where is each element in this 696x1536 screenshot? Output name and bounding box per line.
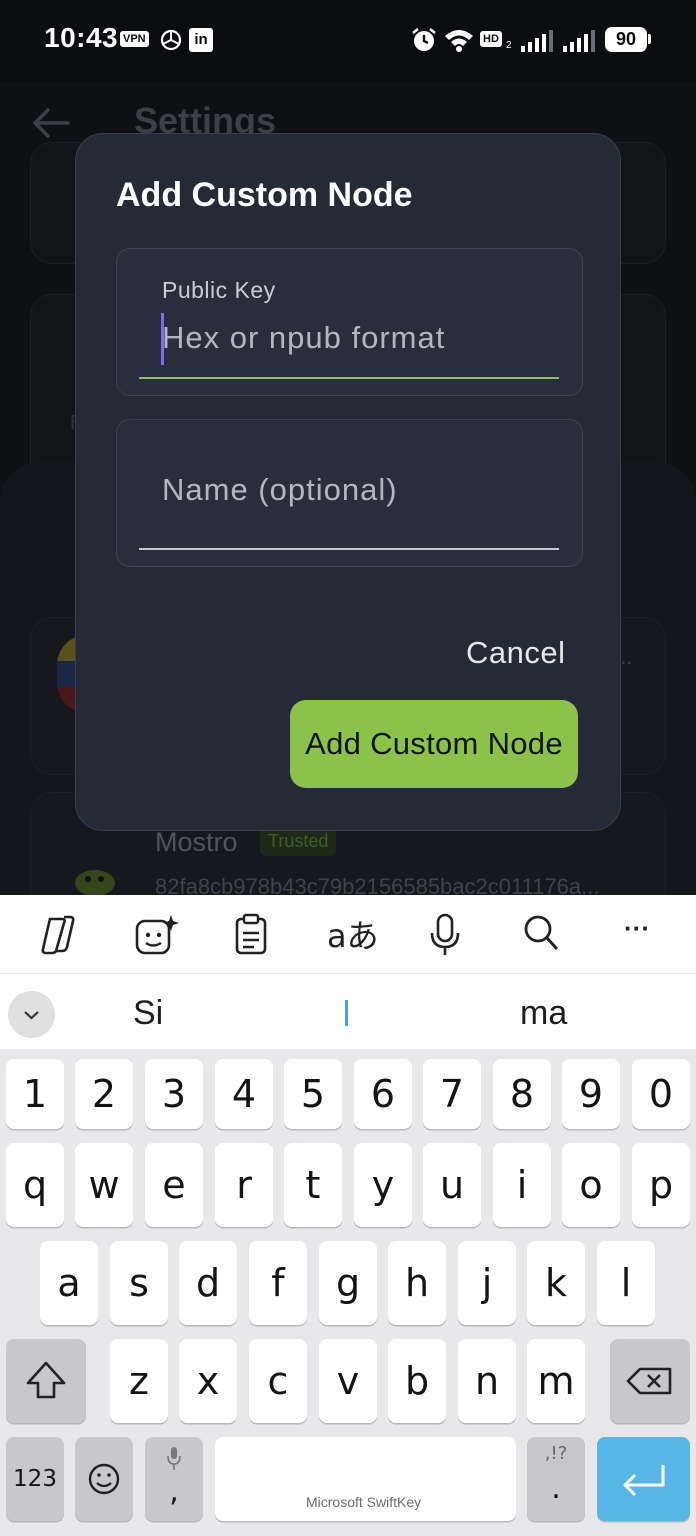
back-arrow-icon [33,108,70,138]
signal-sim1-icon [521,30,553,52]
battery-tip [648,34,651,44]
key-5[interactable]: 5 [284,1059,342,1129]
key-p[interactable]: p [632,1143,690,1227]
keyboard-brand: Microsoft SwiftKey [306,1494,422,1510]
enter-icon [623,1465,665,1497]
microphone-icon[interactable] [428,913,462,957]
public-key-focus-underline [139,377,559,379]
key-x[interactable]: x [179,1339,237,1423]
key-b[interactable]: b [388,1339,446,1423]
key-z[interactable]: z [110,1339,168,1423]
punctuation-label: ,!? [544,1443,568,1464]
key-1[interactable]: 1 [6,1059,64,1129]
microphone-small-icon [167,1447,181,1470]
linkedin-icon: in [189,28,213,52]
public-key-field[interactable]: Public Key Hex or npub format [116,248,583,396]
key-o[interactable]: o [562,1143,620,1227]
node-pubkey: 82fa8cb978b43c79b2156585bac2c011176a... [155,874,600,895]
shift-key[interactable] [6,1339,86,1423]
public-key-placeholder: Hex or npub format [162,320,446,355]
key-k[interactable]: k [527,1241,585,1325]
signal-sim2-icon [563,30,595,52]
search-icon[interactable] [522,913,560,955]
suggestion-left[interactable]: Si [133,994,163,1033]
name-underline [139,548,559,550]
openai-icon [160,29,182,51]
collapse-toolbar-button[interactable] [8,991,55,1038]
key-l[interactable]: l [597,1241,655,1325]
status-bar: 10:43 VPN in HD 2 90 [0,0,696,82]
hd-voice-icon: HD [480,31,502,47]
key-f[interactable]: f [249,1241,307,1325]
public-key-label: Public Key [162,277,276,303]
key-3[interactable]: 3 [145,1059,203,1129]
key-8[interactable]: 8 [493,1059,551,1129]
sticker-icon[interactable] [133,913,181,957]
translate-icon[interactable]: aあ [327,911,379,957]
mostro-avatar-icon [75,870,115,895]
key-9[interactable]: 9 [562,1059,620,1129]
status-time: 10:43 [44,22,119,53]
shift-icon [26,1361,66,1399]
key-v[interactable]: v [319,1339,377,1423]
numbers-key[interactable]: 123 [6,1437,64,1521]
key-7[interactable]: 7 [423,1059,481,1129]
key-0[interactable]: 0 [632,1059,690,1129]
more-icon[interactable]: ··· [624,913,650,944]
keyboard-toolbar: aあ ··· [0,895,696,973]
key-q[interactable]: q [6,1143,64,1227]
punctuation-key[interactable]: ,!? . [527,1437,585,1521]
battery-indicator: 90 [605,27,647,52]
key-c[interactable]: c [249,1339,307,1423]
key-m[interactable]: m [527,1339,585,1423]
node-name: Mostro [155,827,238,857]
key-u[interactable]: u [423,1143,481,1227]
key-d[interactable]: d [179,1241,237,1325]
key-2[interactable]: 2 [75,1059,133,1129]
key-4[interactable]: 4 [215,1059,273,1129]
comma-label: , [169,1474,179,1509]
keyboard: 1 2 3 4 5 6 7 8 9 0 q w e r t y u i o p … [0,1049,696,1536]
add-custom-node-dialog: Add Custom Node Public Key Hex or npub f… [75,133,621,831]
key-a[interactable]: a [40,1241,98,1325]
clipboard-icon[interactable] [232,913,270,957]
add-custom-node-button[interactable]: Add Custom Node [290,700,578,788]
period-label: . [551,1471,561,1506]
name-placeholder: Name (optional) [162,472,398,507]
enter-key[interactable] [597,1437,690,1521]
key-e[interactable]: e [145,1143,203,1227]
key-h[interactable]: h [388,1241,446,1325]
wifi-icon [445,30,473,52]
emoji-key[interactable] [75,1437,133,1521]
chevron-down-icon [24,1011,39,1020]
cancel-button[interactable]: Cancel [466,635,566,671]
name-field[interactable]: Name (optional) [116,419,583,567]
key-t[interactable]: t [284,1143,342,1227]
trusted-badge: Trusted [260,827,337,856]
key-n[interactable]: n [458,1339,516,1423]
sim-index: 2 [506,40,512,51]
emoji-icon [88,1463,120,1495]
vpn-icon: VPN [120,31,149,47]
backspace-key[interactable] [610,1339,690,1423]
key-g[interactable]: g [319,1241,377,1325]
suggestion-right[interactable]: ma [520,994,567,1033]
alarm-icon [412,27,436,51]
suggestion-bar: Si ma [0,973,696,1049]
key-y[interactable]: y [354,1143,412,1227]
key-s[interactable]: s [110,1241,168,1325]
dialog-title: Add Custom Node [116,176,413,214]
key-w[interactable]: w [75,1143,133,1227]
key-j[interactable]: j [458,1241,516,1325]
copilot-icon[interactable] [36,913,80,957]
suggestion-middle[interactable] [345,1000,348,1026]
key-6[interactable]: 6 [354,1059,412,1129]
backspace-icon [626,1367,672,1395]
key-i[interactable]: i [493,1143,551,1227]
comma-key[interactable]: , [145,1437,203,1521]
key-r[interactable]: r [215,1143,273,1227]
